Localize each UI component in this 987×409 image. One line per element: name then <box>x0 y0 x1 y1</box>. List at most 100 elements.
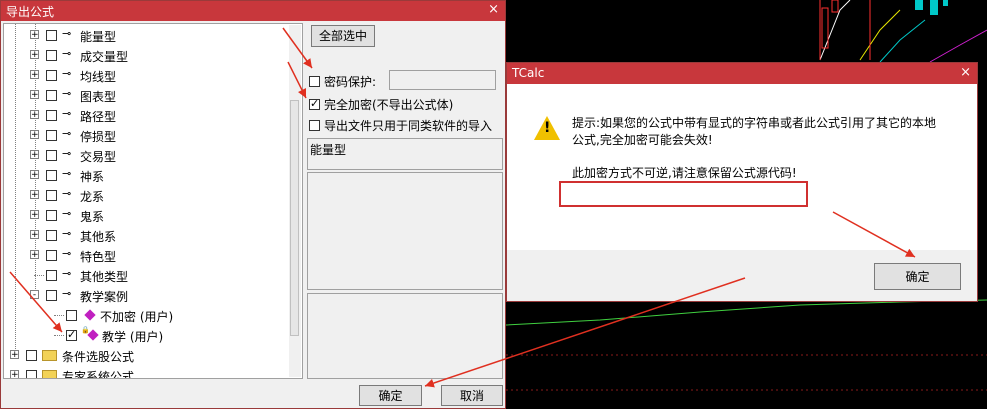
expand-icon[interactable]: + <box>30 210 39 220</box>
tree-item[interactable]: + ⊸ 特色型 <box>4 245 294 265</box>
key-icon: ⊸ <box>62 207 72 220</box>
tree-scrollbar[interactable] <box>289 25 301 377</box>
folder-icon <box>42 370 57 378</box>
same-software-label: 导出文件只用于同类软件的导入 <box>324 119 493 133</box>
export-formula-dialog: 导出公式 × + ⊸ 能量型 + ⊸ 成交量型 + ⊸ 均线型 + ⊸ 图表型 + ⊸ 路径型 + ⊸ 停损型 + ⊸… <box>0 0 506 409</box>
tcalc-ok-button[interactable]: 确定 <box>874 263 961 290</box>
tree-item[interactable]: + ⊸ 图表型 <box>4 85 294 105</box>
expand-icon[interactable]: + <box>30 50 39 60</box>
tree-item-label: 神系 <box>80 170 105 184</box>
export-dialog-titlebar[interactable]: 导出公式 × <box>1 1 505 21</box>
tree-item[interactable]: + ⊸ 停损型 <box>4 125 294 145</box>
tree-item[interactable]: + ⊸ 路径型 <box>4 105 294 125</box>
tcalc-message-line2: 公式,完全加密可能会失效! <box>572 133 713 147</box>
expand-icon[interactable]: + <box>10 370 19 378</box>
expand-icon[interactable]: + <box>30 190 39 200</box>
tree-item[interactable]: + ⊸ 鬼系 <box>4 205 294 225</box>
expand-icon[interactable]: + <box>30 170 39 180</box>
expand-icon[interactable]: + <box>30 90 39 100</box>
tree-item-checkbox[interactable] <box>26 350 37 361</box>
tree-item-label: 均线型 <box>80 70 117 84</box>
tcalc-titlebar[interactable]: TCalc × <box>507 63 977 84</box>
tree-item[interactable]: + 专家系统公式 <box>4 365 294 378</box>
full-encrypt-option[interactable]: 完全加密(不导出公式体) <box>309 96 453 113</box>
tree-item-checkbox[interactable] <box>46 250 57 261</box>
tree-item[interactable]: + ⊸ 其他系 <box>4 225 294 245</box>
full-encrypt-checkbox[interactable] <box>309 97 320 110</box>
password-checkbox[interactable] <box>309 76 320 87</box>
password-input[interactable] <box>389 70 496 90</box>
key-icon: ⊸ <box>62 127 72 140</box>
close-icon[interactable]: × <box>488 2 499 17</box>
tree-item-label: 鬼系 <box>80 210 105 224</box>
formula-name-panel: 能量型 <box>307 138 503 170</box>
tcalc-warning-text: 此加密方式不可逆,请注意保留公式源代码! <box>572 166 797 180</box>
tree-item-checkbox[interactable] <box>46 190 57 201</box>
tree-item-checkbox[interactable] <box>46 170 57 181</box>
tree-item[interactable]: ⊸ 其他类型 <box>4 265 294 285</box>
expand-icon[interactable]: + <box>30 70 39 80</box>
tree-item-checkbox[interactable] <box>46 50 57 61</box>
tree-item-label: 教学案例 <box>80 290 129 304</box>
tree-item-checkbox[interactable] <box>26 370 37 378</box>
tree-item-checkbox[interactable] <box>46 90 57 101</box>
tree-item[interactable]: 不加密 (用户) <box>4 305 294 325</box>
same-software-checkbox[interactable] <box>309 120 320 131</box>
key-icon: ⊸ <box>62 27 72 40</box>
folder-icon <box>42 350 57 361</box>
expand-icon[interactable]: + <box>10 350 19 360</box>
tree-item[interactable]: + ⊸ 均线型 <box>4 65 294 85</box>
formula-tree[interactable]: + ⊸ 能量型 + ⊸ 成交量型 + ⊸ 均线型 + ⊸ 图表型 + ⊸ 路径型 + ⊸ 停损型 + ⊸ 交易型 + ⊸ 神系… <box>3 23 303 379</box>
cancel-button[interactable]: 取消 <box>441 385 503 406</box>
tree-item[interactable]: 🔒教学 (用户) <box>4 325 294 345</box>
export-dialog-title: 导出公式 <box>6 5 55 19</box>
key-icon: ⊸ <box>62 267 72 280</box>
tree-item[interactable]: + ⊸ 神系 <box>4 165 294 185</box>
tree-item-checkbox[interactable] <box>46 130 57 141</box>
tree-item-label: 其他系 <box>80 230 117 244</box>
tree-item-checkbox[interactable] <box>46 150 57 161</box>
tree-item-checkbox[interactable] <box>46 270 57 281</box>
expand-icon[interactable]: + <box>30 150 39 160</box>
tree-item-label: 图表型 <box>80 90 117 104</box>
tree-item-checkbox[interactable] <box>46 110 57 121</box>
key-icon: ⊸ <box>62 47 72 60</box>
tree-item[interactable]: + ⊸ 成交量型 <box>4 45 294 65</box>
tree-item-checkbox[interactable] <box>46 230 57 241</box>
same-software-option[interactable]: 导出文件只用于同类软件的导入 <box>309 117 492 134</box>
tree-scrollbar-thumb[interactable] <box>290 100 299 336</box>
tree-item-checkbox[interactable] <box>46 210 57 221</box>
close-icon[interactable]: × <box>960 65 971 80</box>
tree-item-checkbox[interactable] <box>46 290 57 301</box>
tree-item[interactable]: + ⊸ 能量型 <box>4 25 294 45</box>
expand-icon[interactable]: + <box>30 250 39 260</box>
password-option[interactable]: 密码保护: <box>309 73 376 90</box>
collapse-icon[interactable]: - <box>30 290 39 300</box>
tree-connector-line <box>54 315 64 316</box>
tree-item-checkbox[interactable] <box>66 328 77 341</box>
tree-item-checkbox[interactable] <box>46 30 57 41</box>
tree-item-checkbox[interactable] <box>66 310 77 321</box>
key-icon: ⊸ <box>62 247 72 260</box>
key-icon: ⊸ <box>62 167 72 180</box>
key-icon: ⊸ <box>62 67 72 80</box>
tree-item-label: 条件选股公式 <box>62 350 135 364</box>
expand-icon[interactable]: + <box>30 110 39 120</box>
formula-description-panel <box>307 172 503 290</box>
select-all-button[interactable]: 全部选中 <box>311 25 375 47</box>
tree-item[interactable]: + 条件选股公式 <box>4 345 294 365</box>
warning-highlight-box <box>559 181 808 207</box>
expand-icon[interactable]: + <box>30 230 39 240</box>
tree-connector-line <box>34 275 44 276</box>
tree-item[interactable]: - ⊸ 教学案例 <box>4 285 294 305</box>
expand-icon[interactable]: + <box>30 30 39 40</box>
tree-item-checkbox[interactable] <box>46 70 57 81</box>
tcalc-title: TCalc <box>512 66 545 80</box>
tree-item-label: 不加密 (用户) <box>100 310 174 324</box>
full-encrypt-label: 完全加密(不导出公式体) <box>324 98 454 112</box>
tree-item[interactable]: + ⊸ 龙系 <box>4 185 294 205</box>
expand-icon[interactable]: + <box>30 130 39 140</box>
tree-item[interactable]: + ⊸ 交易型 <box>4 145 294 165</box>
tree-item-label: 其他类型 <box>80 270 129 284</box>
ok-button[interactable]: 确定 <box>359 385 422 406</box>
